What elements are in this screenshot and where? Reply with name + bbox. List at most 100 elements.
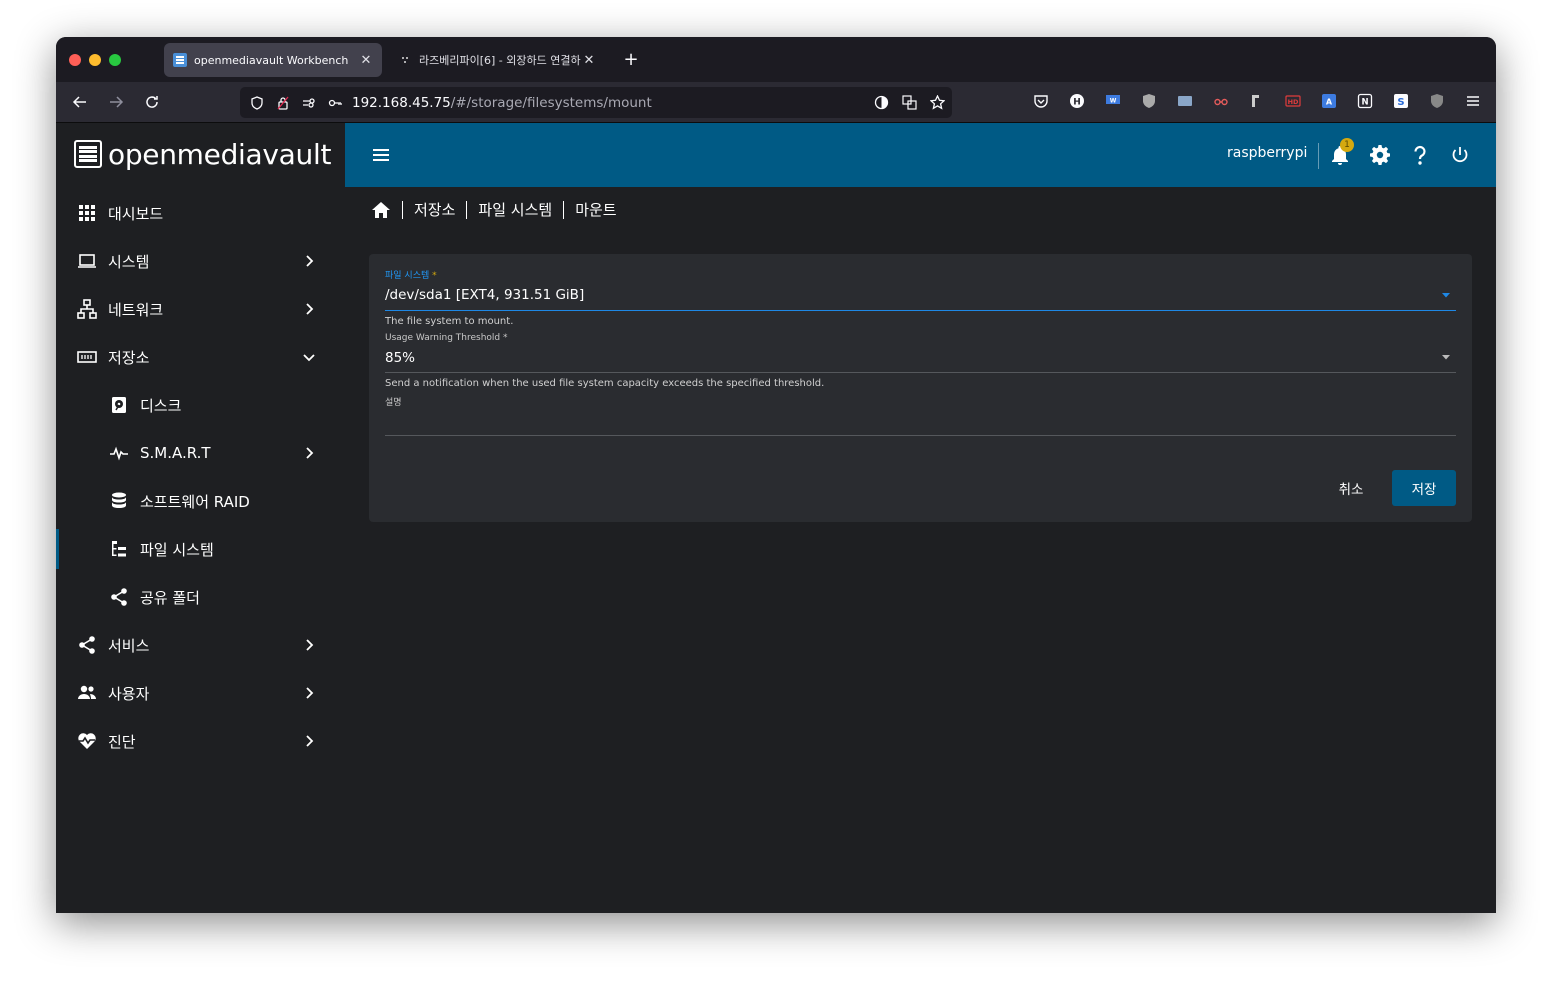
blog-favicon-icon — [398, 53, 412, 67]
brand-name: openmediavault — [108, 137, 332, 171]
sidebar-item-network[interactable]: 네트워크 — [56, 289, 345, 329]
settings-gear-icon[interactable] — [1368, 143, 1392, 167]
key-icon[interactable] — [326, 94, 344, 112]
breadcrumb-separator — [563, 200, 565, 219]
chevron-right-icon — [300, 252, 318, 270]
threshold-field-underline — [385, 372, 1456, 373]
help-icon[interactable] — [1408, 143, 1432, 167]
s-extension-icon[interactable]: S — [1391, 91, 1411, 111]
screenshot-icon[interactable] — [1175, 91, 1195, 111]
hd-extension-icon[interactable]: HD — [1283, 91, 1303, 111]
notification-badge: 1 — [1340, 138, 1354, 152]
save-button[interactable]: 저장 — [1392, 470, 1456, 506]
ublock-icon[interactable] — [1427, 91, 1447, 111]
browser-window: openmediavault Workbench ✕ 라즈베리파이[6] - 외… — [56, 37, 1496, 913]
tab-title: openmediavault Workbench — [194, 53, 349, 67]
sidebar-item-smart[interactable]: S.M.A.R.T — [56, 433, 345, 473]
breadcrumb-separator — [402, 200, 403, 219]
filesystem-field-label: 파일 시스템 * — [385, 271, 437, 281]
sidebar-item-storage[interactable]: 저장소 — [56, 337, 345, 377]
close-window-button[interactable] — [69, 54, 81, 66]
laptop-icon — [76, 250, 98, 272]
power-icon[interactable] — [1448, 143, 1472, 167]
sidebar-item-shared-folders[interactable]: 공유 폴더 — [56, 577, 345, 617]
permissions-icon[interactable] — [300, 94, 318, 112]
toolbar-divider — [1318, 143, 1319, 169]
comment-textarea[interactable] — [385, 406, 1456, 434]
translate-extension-icon[interactable]: A — [1319, 91, 1339, 111]
sidebar-item-filesystems[interactable]: 파일 시스템 — [56, 529, 345, 569]
web-extension-icon[interactable]: W — [1103, 91, 1123, 111]
sidebar-item-label: 서비스 — [108, 636, 150, 655]
reload-button[interactable] — [140, 90, 164, 114]
sidebar-item-diagnostics[interactable]: 진단 — [56, 721, 345, 761]
glasses-icon[interactable] — [1211, 91, 1231, 111]
menu-icon[interactable] — [1463, 91, 1483, 111]
forward-button[interactable] — [104, 90, 128, 114]
chevron-right-icon — [300, 636, 318, 654]
sidebar-item-software-raid[interactable]: 소프트웨어 RAID — [56, 481, 345, 521]
close-tab-icon[interactable]: ✕ — [581, 52, 597, 68]
threshold-select[interactable]: 85% — [385, 350, 415, 366]
home-icon[interactable] — [371, 200, 391, 220]
extensions-toolbar: H W HD A N S — [1031, 91, 1483, 111]
close-tab-icon[interactable]: ✕ — [358, 52, 374, 68]
sidebar-item-system[interactable]: 시스템 — [56, 241, 345, 281]
users-icon — [76, 682, 98, 704]
chevron-down-icon — [300, 348, 318, 366]
reader-mode-icon[interactable] — [872, 93, 890, 111]
dropdown-arrow-icon[interactable] — [1440, 289, 1452, 301]
font-extension-icon[interactable] — [1247, 91, 1267, 111]
breadcrumb-storage[interactable]: 저장소 — [414, 199, 455, 220]
notion-icon[interactable]: N — [1355, 91, 1375, 111]
dropdown-arrow-icon[interactable] — [1440, 351, 1452, 363]
bookmark-star-icon[interactable] — [928, 93, 946, 111]
brand-logo[interactable]: openmediavault — [74, 137, 331, 171]
sidebar-item-label: 파일 시스템 — [140, 540, 214, 559]
sidebar-item-label: 공유 폴더 — [140, 588, 200, 607]
filesystem-hint: The file system to mount. — [385, 316, 514, 327]
breadcrumb-filesystems[interactable]: 파일 시스템 — [478, 199, 552, 220]
sidebar: openmediavault 대시보드 시스템 네트워크 저장소 디스크 S.M… — [56, 123, 345, 913]
sidebar-item-label: 시스템 — [108, 252, 150, 271]
h-extension-icon[interactable]: H — [1067, 91, 1087, 111]
cancel-button[interactable]: 취소 — [1327, 470, 1375, 506]
tab-strip: openmediavault Workbench ✕ 라즈베리파이[6] - 외… — [56, 37, 1496, 82]
back-button[interactable] — [68, 90, 92, 114]
minimize-window-button[interactable] — [89, 54, 101, 66]
tab-blog[interactable]: 라즈베리파이[6] - 외장하드 연결하기 ✕ — [390, 43, 605, 77]
new-tab-button[interactable]: + — [621, 49, 641, 70]
hostname-label: raspberrypi — [1227, 145, 1308, 161]
sidebar-item-disks[interactable]: 디스크 — [56, 385, 345, 425]
translate-icon[interactable] — [900, 93, 918, 111]
chevron-right-icon — [300, 684, 318, 702]
comment-field-underline — [385, 435, 1456, 436]
share-icon — [76, 634, 98, 656]
database-icon — [108, 490, 130, 512]
main-content: 저장소 파일 시스템 마운트 파일 시스템 * /dev/sda1 [EXT4,… — [345, 187, 1496, 913]
svg-text:HD: HD — [1288, 98, 1299, 106]
address-bar[interactable]: 192.168.45.75/#/storage/filesystems/moun… — [240, 87, 952, 118]
insecure-lock-icon[interactable] — [274, 94, 292, 112]
sidebar-item-services[interactable]: 서비스 — [56, 625, 345, 665]
omv-logo-icon — [74, 140, 102, 168]
shield-icon[interactable] — [248, 94, 266, 112]
sidebar-item-label: 저장소 — [108, 348, 150, 367]
svg-text:W: W — [1110, 98, 1117, 105]
chevron-right-icon — [300, 732, 318, 750]
threshold-field-label: Usage Warning Threshold * — [385, 333, 508, 343]
sidebar-item-users[interactable]: 사용자 — [56, 673, 345, 713]
sidebar-item-dashboard[interactable]: 대시보드 — [56, 193, 345, 233]
chevron-right-icon — [300, 444, 318, 462]
threshold-hint: Send a notification when the used file s… — [385, 378, 825, 389]
tab-openmediavault[interactable]: openmediavault Workbench ✕ — [164, 43, 382, 77]
zoom-window-button[interactable] — [109, 54, 121, 66]
filesystem-select[interactable]: /dev/sda1 [EXT4, 931.51 GiB] — [385, 287, 584, 303]
hamburger-menu-icon[interactable] — [369, 143, 393, 167]
breadcrumb: 저장소 파일 시스템 마운트 — [371, 199, 617, 220]
svg-text:N: N — [1361, 98, 1368, 108]
privacy-shield-icon[interactable] — [1139, 91, 1159, 111]
pocket-icon[interactable] — [1031, 91, 1051, 111]
url-text: 192.168.45.75/#/storage/filesystems/moun… — [352, 94, 652, 111]
file-tree-icon — [108, 538, 130, 560]
